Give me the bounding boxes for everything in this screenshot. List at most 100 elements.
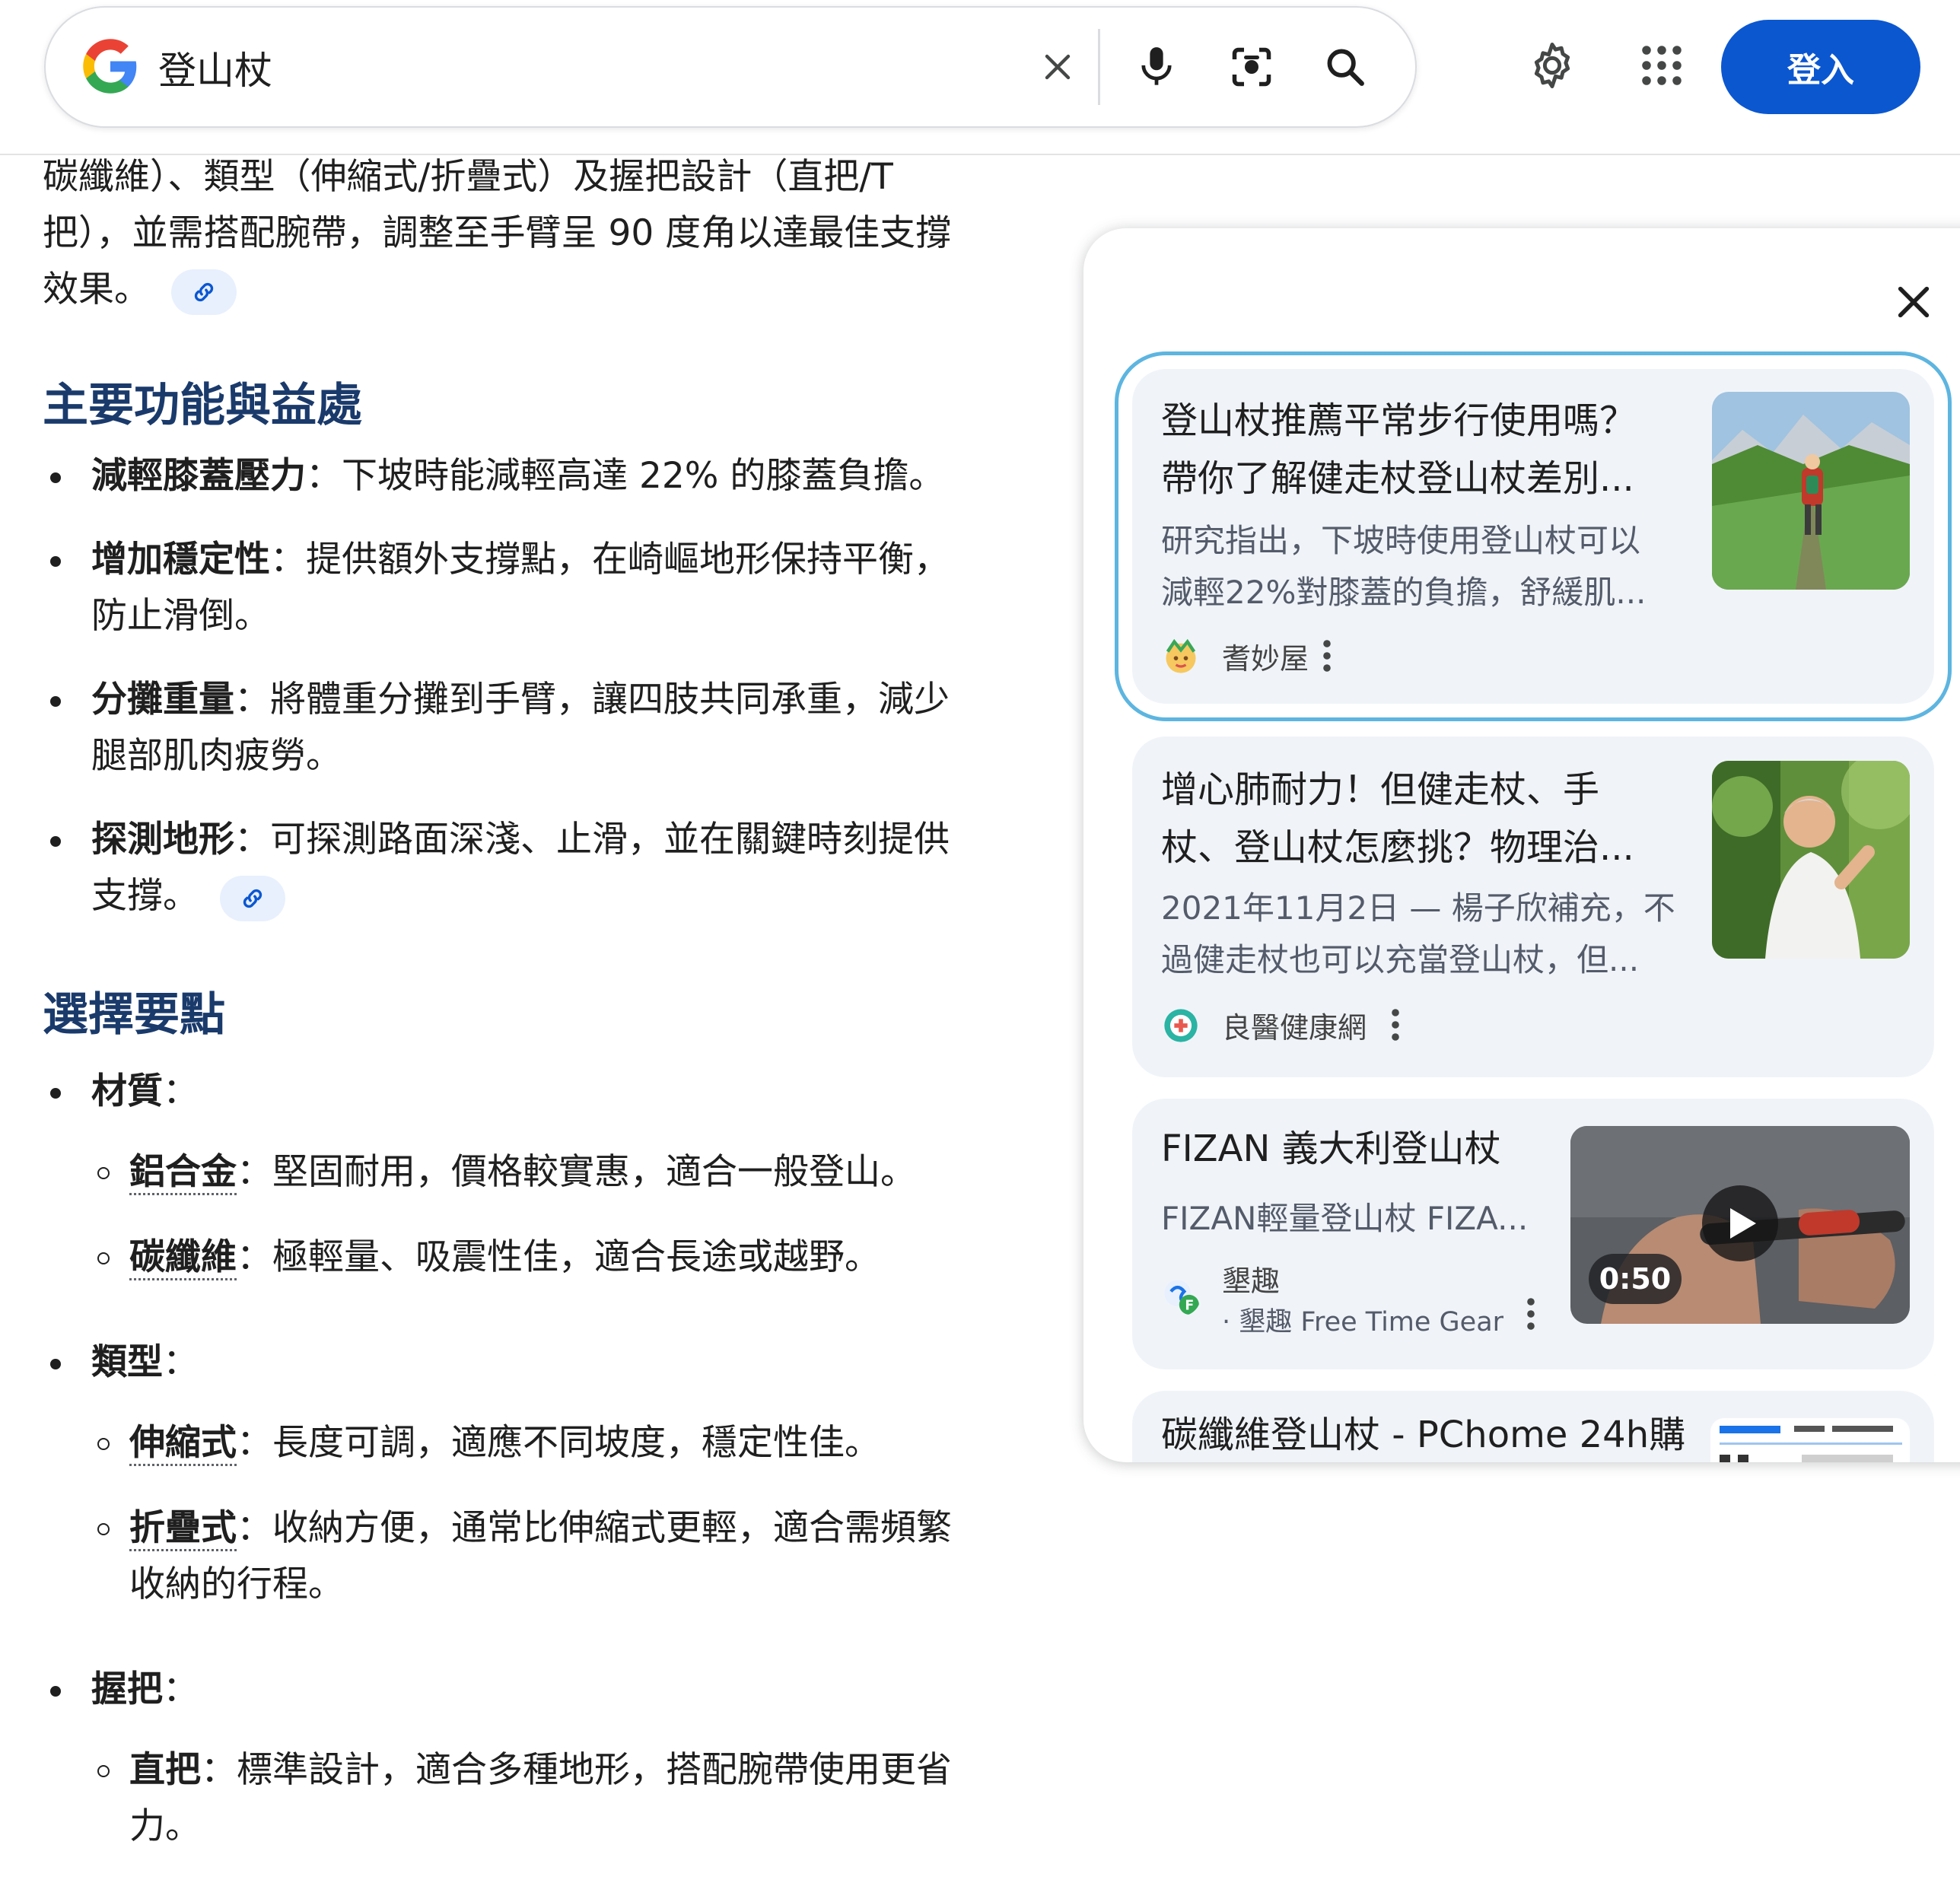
microphone-icon[interactable] — [1126, 37, 1187, 97]
list-item: 增加穩定性：提供額外支撐點，在崎嶇地形保持平衡， 防止滑倒。 — [43, 532, 1032, 644]
benefits-list: 減輕膝蓋壓力：下坡時能減輕高達 22% 的膝蓋負擔。 增加穩定性：提供額外支撐點… — [43, 448, 1032, 924]
benefit-text: ：將體重分攤到手臂，讓四肢共同承重，減少 — [234, 679, 950, 720]
source-site: 耆妙屋 — [1161, 635, 1309, 677]
sub-list-item: 折疊式：收納方便，通常比伸縮式更輕，適合需頻繁 收納的行程。 — [43, 1500, 1032, 1613]
sub-list-item: 碳纖維：極輕量、吸震性佳，適合長途或越野。 — [43, 1229, 1032, 1286]
title-line: 碳纖維登山杖 - PChome 24h購 — [1161, 1414, 1686, 1456]
benefit-term: 分攤重量 — [91, 679, 234, 720]
snippet-line: 研究指出，下坡時使用登山杖可以 — [1161, 522, 1641, 559]
more-options-icon[interactable] — [1516, 1287, 1546, 1341]
glossary-term[interactable]: 伸縮式 — [129, 1422, 237, 1466]
source-card-snippet: FIZAN輕量登山杖 FIZA... — [1161, 1193, 1528, 1245]
site-name: 良醫健康網 — [1222, 1011, 1367, 1045]
ai-overview-content: 碳纖維）、類型（伸縮式/折疊式）及握把設計（直把/T 把），並需搭配腕帶，調整至… — [43, 149, 1032, 1855]
benefit-text: ：下坡時能減輕高達 22% 的膝蓋負擔。 — [306, 455, 945, 497]
sub-item-text-cont: 力。 — [129, 1805, 201, 1847]
glossary-term[interactable]: 碳纖維 — [129, 1236, 237, 1280]
citation-link-button[interactable] — [220, 875, 285, 921]
svg-text:F: F — [1185, 1298, 1194, 1313]
selection-list: 材質： 鋁合金：堅固耐用，價格較實惠，適合一般登山。 碳纖維：極輕量、吸震性佳，… — [43, 1064, 1032, 1855]
snippet-line: 過健走杖也可以充當登山杖，但... — [1161, 941, 1640, 978]
title-line: 增心肺耐力！但健走杖、手 — [1161, 768, 1600, 811]
snippet-line: FIZAN輕量登山杖 FIZA... — [1161, 1200, 1529, 1237]
source-card[interactable]: 增心肺耐力！但健走杖、手 杖、登山杖怎麼挑？物理治... 2021年11月2日 … — [1132, 736, 1934, 1077]
intro-line-3: 效果。 — [43, 269, 150, 310]
search-input[interactable] — [157, 30, 997, 105]
category-label: 握把 — [91, 1668, 163, 1710]
source-card[interactable]: FIZAN 義大利登山杖 FIZAN輕量登山杖 FIZA... F 墾趣 · 墾… — [1132, 1099, 1934, 1369]
link-icon — [243, 889, 262, 908]
sub-item-text: ：長度可調，適應不同坡度，穩定性佳。 — [237, 1422, 880, 1464]
product-listing-thumbnail — [1710, 1418, 1910, 1462]
site-favicon-icon — [1166, 638, 1196, 673]
search-icon[interactable] — [1315, 37, 1376, 97]
sub-item-text: ：標準設計，適合多種地形，搭配腕帶使用更省 — [201, 1749, 952, 1791]
sub-item-text: ：堅固耐用，價格較實惠，適合一般登山。 — [237, 1151, 916, 1193]
google-g-logo — [83, 39, 137, 94]
source-card[interactable]: 碳纖維登山杖 - PChome 24h購 — [1132, 1391, 1934, 1462]
colon: ： — [163, 1341, 199, 1383]
source-card-snippet: 研究指出，下坡時使用登山杖可以 減輕22%對膝蓋的負擔，舒緩肌... — [1161, 515, 1646, 619]
close-icon[interactable] — [1879, 268, 1948, 336]
camera-lens-icon[interactable] — [1221, 37, 1282, 97]
search-bar[interactable] — [44, 6, 1417, 128]
section-heading-benefits: 主要功能與益處 — [43, 379, 362, 432]
sub-item-text: ：極輕量、吸震性佳，適合長途或越野。 — [237, 1236, 880, 1278]
source-card-snippet: 2021年11月2日 — 楊子欣補充，不 過健走杖也可以充當登山杖，但... — [1161, 883, 1675, 986]
benefit-term: 探測地形 — [91, 819, 234, 860]
source-site: 良醫健康網 — [1161, 1004, 1367, 1046]
source-card-title: 增心肺耐力！但健走杖、手 杖、登山杖怎麼挑？物理治... — [1161, 761, 1634, 876]
close-icon[interactable] — [1027, 37, 1088, 97]
category-label: 材質 — [91, 1070, 163, 1112]
title-line: 杖、登山杖怎麼挑？物理治... — [1161, 826, 1634, 869]
more-options-icon[interactable] — [1380, 998, 1411, 1051]
snippet-line: 2021年11月2日 — 楊子欣補充，不 — [1161, 889, 1675, 927]
intro-paragraph: 碳纖維）、類型（伸縮式/折疊式）及握把設計（直把/T 把），並需搭配腕帶，調整至… — [43, 149, 1032, 318]
sub-list-item: 直把：標準設計，適合多種地形，搭配腕帶使用更省 力。 — [43, 1742, 1032, 1855]
sign-in-button[interactable]: 登入 — [1721, 20, 1920, 114]
source-card-title: 登山杖推薦平常步行使用嗎？ 帶你了解健走杖登山杖差別... — [1161, 392, 1636, 507]
glossary-term[interactable]: 折疊式 — [129, 1507, 237, 1551]
title-line: 帶你了解健走杖登山杖差別... — [1161, 457, 1634, 500]
source-card-title: 碳纖維登山杖 - PChome 24h購 — [1161, 1406, 1685, 1462]
glossary-term[interactable]: 鋁合金 — [129, 1151, 237, 1195]
list-item: 材質： — [43, 1064, 1032, 1120]
link-icon — [194, 282, 214, 301]
benefit-text-cont: 支撐。 — [91, 875, 199, 917]
list-item: 類型： — [43, 1334, 1032, 1391]
source-card[interactable]: 登山杖推薦平常步行使用嗎？ 帶你了解健走杖登山杖差別... 研究指出，下坡時使用… — [1115, 351, 1952, 721]
benefit-text-cont: 腿部肌肉疲勞。 — [91, 735, 342, 777]
video-duration-badge: 0:50 — [1589, 1254, 1682, 1304]
intro-line-1: 碳纖維）、類型（伸縮式/折疊式）及握把設計（直把/T — [43, 156, 893, 198]
benefit-text: ：提供額外支撐點，在崎嶇地形保持平衡， — [270, 539, 950, 580]
benefit-text-cont: 防止滑倒。 — [91, 595, 270, 637]
sub-list-item: 鋁合金：堅固耐用，價格較實惠，適合一般登山。 — [43, 1144, 1032, 1201]
site-name: 耆妙屋 — [1222, 642, 1309, 676]
benefit-term: 減輕膝蓋壓力 — [91, 455, 306, 497]
list-item: 減輕膝蓋壓力：下坡時能減輕高達 22% 的膝蓋負擔。 — [43, 448, 1032, 504]
source-card-title: FIZAN 義大利登山杖 — [1161, 1120, 1501, 1178]
category-label: 類型 — [91, 1341, 163, 1383]
benefit-text: ：可探測路面深淺、止滑，並在關鍵時刻提供 — [234, 819, 950, 860]
site-favicon-icon: F — [1164, 1280, 1199, 1315]
video-thumbnail-hands-holding-pole[interactable]: 0:50 — [1570, 1126, 1910, 1324]
section-heading-selection: 選擇要點 — [43, 988, 225, 1042]
apps-grid-icon[interactable] — [1631, 35, 1692, 96]
more-options-icon[interactable] — [1312, 629, 1342, 682]
title-line: FIZAN 義大利登山杖 — [1161, 1128, 1501, 1170]
sub-item-text: ：收納方便，通常比伸縮式更輕，適合需頻繁 — [237, 1507, 952, 1549]
colon: ： — [163, 1668, 199, 1710]
hiker-on-mountain-trail-photo — [1712, 392, 1910, 590]
source-site: F 墾趣 · 墾趣 Free Time Gear — [1161, 1261, 1503, 1342]
site-favicon-icon — [1164, 1008, 1198, 1042]
man-walking-outdoors-photo — [1712, 761, 1910, 959]
snippet-line: 減輕22%對膝蓋的負擔，舒緩肌... — [1161, 574, 1647, 611]
gear-icon[interactable] — [1522, 35, 1583, 96]
search-header: 登入 — [0, 0, 1960, 155]
benefit-term: 增加穩定性 — [91, 539, 270, 580]
glossary-term: 直把 — [129, 1749, 201, 1791]
sub-item-text-cont: 收納的行程。 — [129, 1563, 344, 1605]
citation-link-button[interactable] — [171, 269, 237, 315]
site-name: 墾趣 — [1222, 1264, 1281, 1298]
intro-line-2: 把），並需搭配腕帶，調整至手臂呈 90 度角以達最佳支撐 — [43, 212, 952, 254]
